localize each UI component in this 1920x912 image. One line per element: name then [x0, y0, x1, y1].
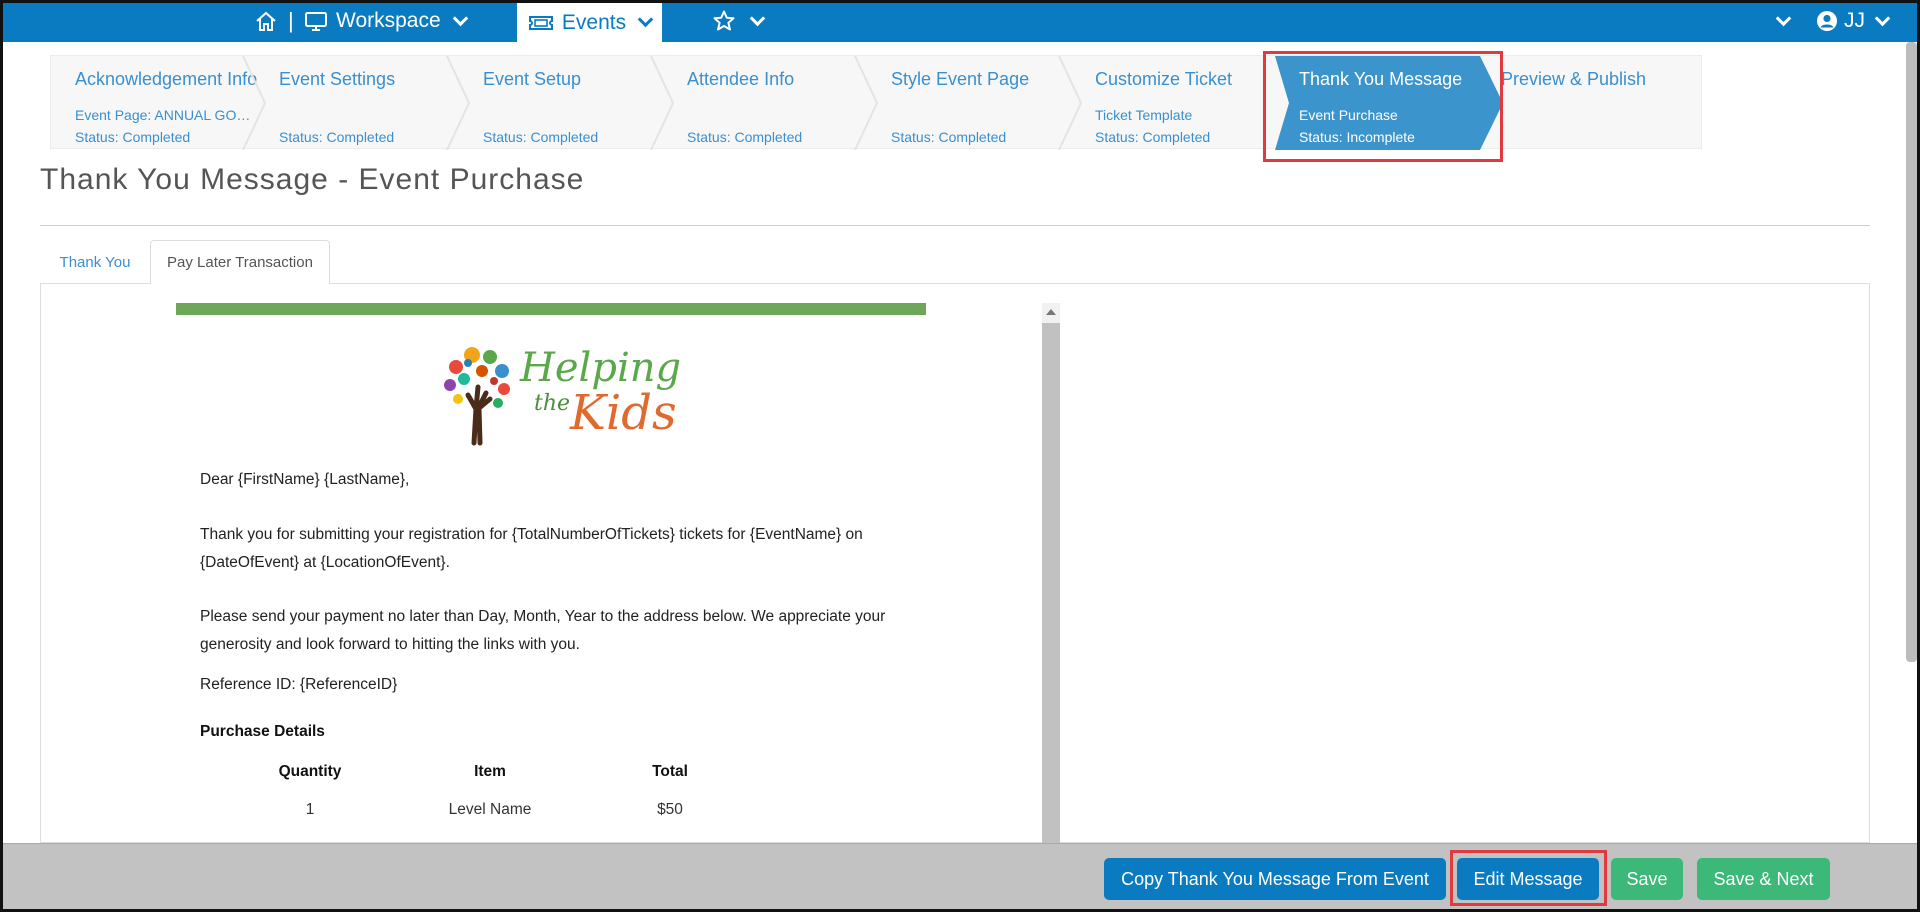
top-navigation-bar: | Workspace Events JJ: [0, 0, 1920, 42]
wizard-step-attendee-info[interactable]: Attendee Info Status: Completed: [663, 56, 867, 150]
step-status: Status: Completed: [1095, 129, 1211, 145]
wizard-step-style-event-page[interactable]: Style Event Page Status: Completed: [867, 56, 1071, 150]
preview-scrollbar[interactable]: [1042, 303, 1060, 843]
chevron-down-icon: [1775, 10, 1792, 26]
step-status: Status: Completed: [891, 129, 1007, 145]
scrollbar-thumb[interactable]: [1042, 323, 1060, 843]
step-title: Attendee Info: [687, 69, 795, 89]
table-cell-quantity: 1: [305, 801, 315, 818]
email-paragraph-2: Please send your payment no later than D…: [200, 608, 886, 653]
step-title: Style Event Page: [891, 69, 1030, 89]
chevron-down-icon: [1874, 10, 1891, 26]
user-menu[interactable]: JJ: [1816, 0, 1891, 42]
logo-the-text: the: [534, 391, 571, 416]
title-divider: [40, 225, 1870, 226]
user-circle-icon: [1817, 11, 1837, 31]
nav-separator: |: [288, 8, 294, 33]
table-header-row: Quantity Item Total: [200, 763, 800, 787]
ticket-icon: [528, 15, 553, 30]
save-button[interactable]: Save: [1611, 858, 1683, 900]
step-subtitle: Ticket Template: [1095, 107, 1193, 123]
wizard-step-thank-you-message[interactable]: Thank You Message Event Purchase Status:…: [1275, 56, 1503, 150]
helping-the-kids-logo: Helping the Kids: [438, 337, 681, 447]
table-cell-item: Level Name: [448, 801, 532, 818]
monitor-icon: [305, 12, 327, 31]
apps-dropdown[interactable]: [1772, 0, 1792, 42]
step-status: Status: Completed: [75, 129, 191, 145]
tree-hand-icon: [444, 347, 510, 446]
email-header-bar: [176, 303, 926, 315]
wizard-step-event-setup[interactable]: Event Setup Status: Completed: [459, 56, 663, 150]
chevron-down-icon: [749, 10, 766, 26]
step-subtitle: Event Purchase: [1299, 107, 1398, 123]
events-label: Events: [561, 10, 627, 34]
table-row: 1 Level Name $50: [200, 801, 800, 825]
step-title: Event Settings: [279, 69, 396, 89]
step-title: Thank You Message: [1299, 69, 1463, 89]
purchase-details-heading: Purchase Details: [200, 723, 325, 740]
wizard-step-preview-publish[interactable]: Preview & Publish: [1477, 56, 1681, 150]
table-cell-total: $50: [657, 801, 683, 818]
wizard-step-event-settings[interactable]: Event Settings Status: Completed: [255, 56, 459, 150]
scroll-up-arrow-icon[interactable]: [1046, 309, 1056, 315]
workspace-label: Workspace: [336, 9, 441, 32]
step-subtitle: Event Page: ANNUAL GOL…: [75, 107, 255, 123]
page-scrollbar-thumb[interactable]: [1906, 42, 1917, 662]
table-header-total: Total: [652, 763, 688, 780]
email-paragraph-1: Thank you for submitting your registrati…: [200, 526, 863, 571]
wizard-step-customize-ticket[interactable]: Customize Ticket Ticket Template Status:…: [1071, 56, 1275, 150]
step-title: Customize Ticket: [1095, 69, 1233, 89]
step-status: Status: Completed: [279, 129, 395, 145]
step-status: Status: Completed: [687, 129, 803, 145]
favorites-menu[interactable]: [712, 0, 766, 42]
edit-message-button[interactable]: Edit Message: [1457, 858, 1599, 900]
step-title: Acknowledgement Info: [75, 69, 258, 89]
wizard-steps: Acknowledgement Info Event Page: ANNUAL …: [50, 55, 1702, 150]
page-title: Thank You Message - Event Purchase: [40, 163, 585, 196]
step-title: Preview & Publish: [1501, 69, 1647, 89]
table-header-quantity: Quantity: [278, 763, 342, 780]
step-status: Status: Incomplete: [1299, 129, 1415, 145]
chevron-down-icon: [452, 10, 468, 26]
step-title: Event Setup: [483, 69, 582, 89]
events-menu[interactable]: Events: [517, 0, 662, 42]
email-preview: Helping the Kids Dear {FirstName} {LastN…: [176, 303, 926, 843]
save-and-next-button[interactable]: Save & Next: [1697, 858, 1830, 900]
tab-pay-later-transaction[interactable]: Pay Later Transaction: [150, 240, 330, 284]
user-initials: JJ: [1844, 9, 1865, 32]
tab-thank-you[interactable]: Thank You: [40, 240, 150, 284]
table-header-item: Item: [474, 763, 506, 780]
star-icon: [713, 10, 735, 31]
workspace-menu[interactable]: Workspace: [304, 0, 468, 42]
chevron-down-icon: [637, 11, 654, 28]
email-greeting: Dear {FirstName} {LastName},: [200, 471, 410, 488]
logo-kids-text: Kids: [570, 385, 677, 441]
wizard-step-acknowledgement-info[interactable]: Acknowledgement Info Event Page: ANNUAL …: [51, 56, 258, 150]
home-icon: [256, 11, 276, 31]
email-reference-id: Reference ID: {ReferenceID}: [200, 676, 398, 693]
copy-thank-you-message-button[interactable]: Copy Thank You Message From Event: [1104, 858, 1446, 900]
home-button[interactable]: [254, 0, 278, 42]
step-status: Status: Completed: [483, 129, 599, 145]
